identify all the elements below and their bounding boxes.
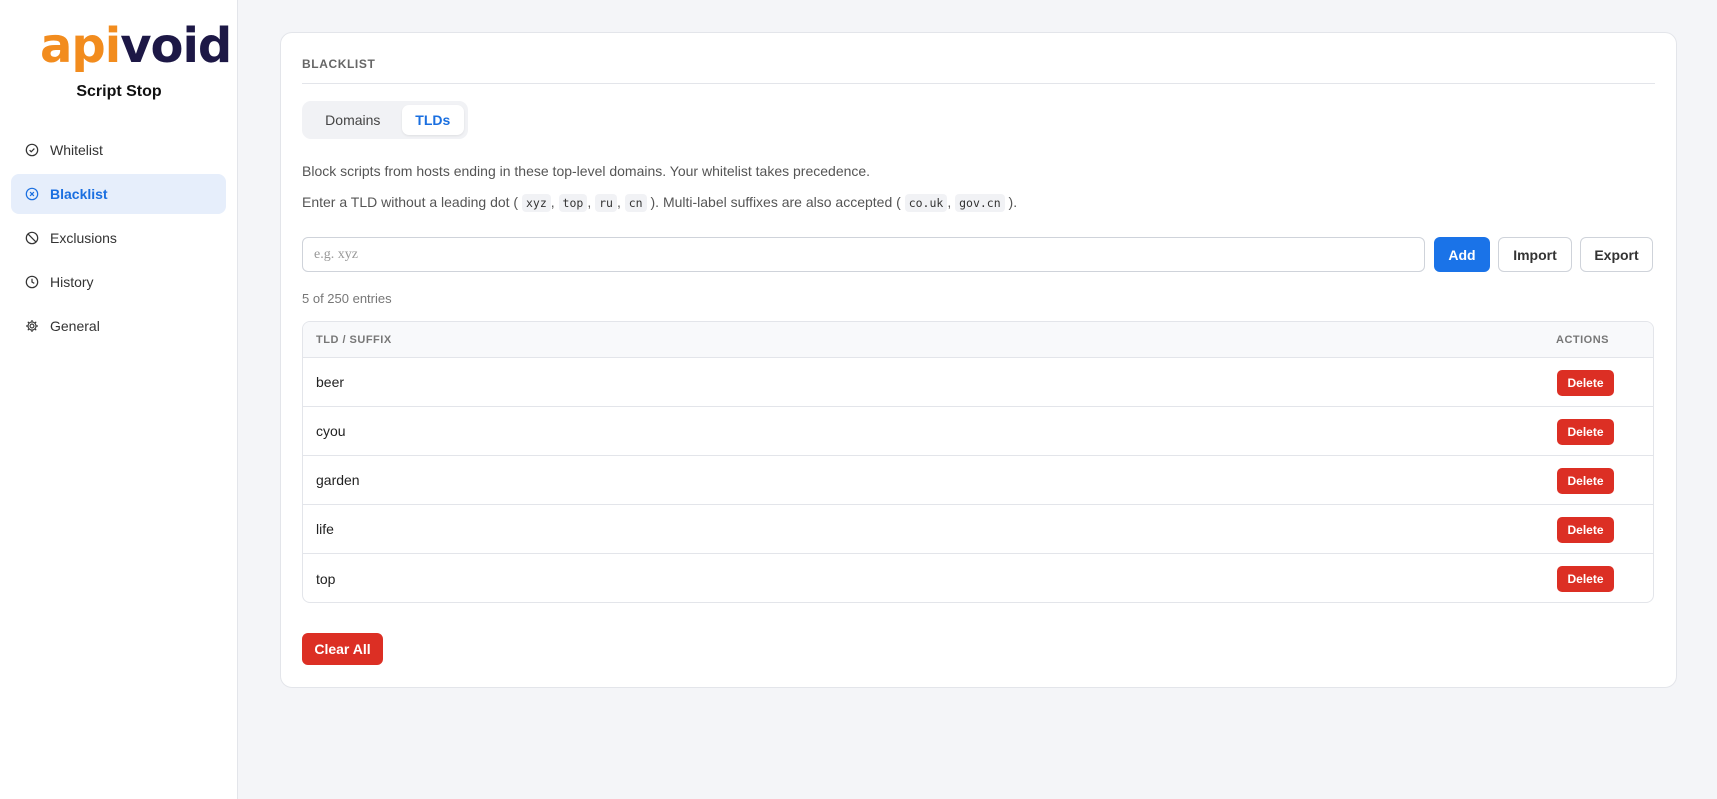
sidebar-item-general[interactable]: General (11, 306, 226, 346)
tld-cell: beer (316, 374, 345, 390)
column-header-tld: TLD / SUFFIX (316, 333, 392, 346)
clock-icon (25, 275, 39, 289)
import-button[interactable]: Import (1498, 237, 1572, 272)
tld-cell: garden (316, 472, 360, 488)
check-circle-icon (25, 143, 39, 157)
sidebar-item-label: History (50, 274, 94, 290)
delete-button[interactable]: Delete (1557, 468, 1614, 494)
sidebar-item-label: Whitelist (50, 142, 103, 158)
tab-domains[interactable]: Domains (306, 105, 400, 135)
blacklist-card: BLACKLIST Domains TLDs Block scripts fro… (280, 32, 1677, 688)
description: Block scripts from hosts ending in these… (302, 163, 871, 179)
column-header-actions: ACTIONS (1556, 333, 1609, 346)
table-row: life Delete (303, 505, 1653, 554)
apivoid-logo: apivoid (40, 18, 232, 74)
sidebar-item-exclusions[interactable]: Exclusions (11, 218, 226, 258)
table-row: cyou Delete (303, 407, 1653, 456)
delete-button[interactable]: Delete (1557, 419, 1614, 445)
tld-cell: top (316, 570, 336, 587)
delete-button[interactable]: Delete (1557, 370, 1614, 396)
table-header: TLD / SUFFIX ACTIONS (303, 322, 1653, 358)
tab-bar: Domains TLDs (302, 101, 468, 139)
sidebar-item-label: General (50, 318, 100, 334)
delete-button[interactable]: Delete (1557, 566, 1614, 592)
table-row: top Delete (303, 554, 1653, 602)
gear-icon (25, 319, 39, 333)
entry-count: 5 of 250 entries (302, 291, 392, 306)
sidebar-nav: Whitelist Blacklist Exclusions History G… (11, 130, 226, 350)
table-row: garden Delete (303, 456, 1653, 505)
clear-all-button[interactable]: Clear All (302, 633, 383, 665)
ban-icon (25, 231, 39, 245)
sidebar-item-history[interactable]: History (11, 262, 226, 302)
sidebar-item-label: Exclusions (50, 230, 117, 246)
sidebar: apivoid Script Stop Whitelist Blacklist … (0, 0, 238, 799)
table-row: beer Delete (303, 358, 1653, 407)
divider (302, 83, 1655, 84)
app-name: Script Stop (76, 83, 162, 100)
export-button[interactable]: Export (1580, 237, 1653, 272)
delete-button[interactable]: Delete (1557, 517, 1614, 543)
tld-cell: cyou (316, 423, 346, 439)
tld-input[interactable] (302, 237, 1425, 272)
sidebar-item-whitelist[interactable]: Whitelist (11, 130, 226, 170)
sidebar-item-label: Blacklist (50, 186, 108, 202)
add-button[interactable]: Add (1434, 237, 1490, 272)
x-circle-icon (25, 187, 39, 201)
tab-tlds[interactable]: TLDs (401, 105, 464, 135)
page-title: BLACKLIST (302, 57, 376, 71)
sidebar-item-blacklist[interactable]: Blacklist (11, 174, 226, 214)
tld-table: TLD / SUFFIX ACTIONS beer Delete cyou De… (302, 321, 1654, 603)
tld-hint: Enter a TLD without a leading dot ( xyz,… (302, 194, 1018, 212)
tld-cell: life (316, 521, 334, 537)
